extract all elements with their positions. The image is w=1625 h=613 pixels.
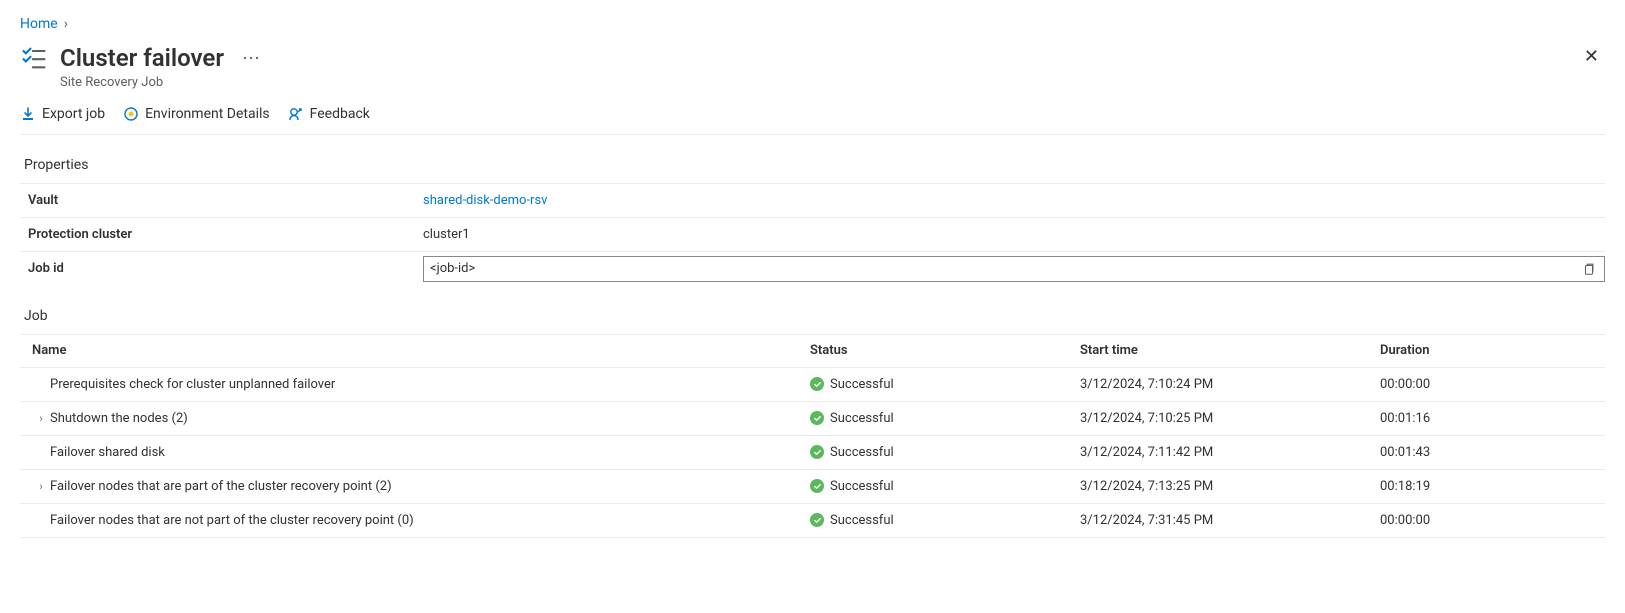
- chevron-right-icon[interactable]: ›: [36, 412, 46, 425]
- job-step-start: 3/12/2024, 7:11:42 PM: [1080, 445, 1380, 460]
- feedback-icon: [288, 106, 304, 122]
- property-label: Vault: [28, 193, 423, 208]
- job-step-start: 3/12/2024, 7:10:25 PM: [1080, 411, 1380, 426]
- job-step-status: Successful: [830, 411, 894, 426]
- jobid-input[interactable]: [430, 261, 1580, 276]
- export-job-label: Export job: [42, 106, 105, 122]
- job-step-start: 3/12/2024, 7:13:25 PM: [1080, 479, 1380, 494]
- export-job-button[interactable]: Export job: [20, 106, 105, 122]
- properties-section-label: Properties: [24, 157, 1605, 173]
- success-icon: [810, 513, 824, 527]
- job-section-label: Job: [24, 308, 1605, 324]
- property-value: cluster1: [423, 227, 1605, 242]
- breadcrumb-home-link[interactable]: Home: [20, 16, 58, 32]
- export-icon: [20, 106, 36, 122]
- feedback-button[interactable]: Feedback: [288, 106, 370, 122]
- property-label: Protection cluster: [28, 227, 423, 242]
- column-header-name[interactable]: Name: [20, 343, 810, 358]
- job-table: Name Status Start time Duration Prerequi…: [20, 334, 1605, 538]
- property-row-cluster: Protection cluster cluster1: [20, 217, 1605, 251]
- page-title: Cluster failover: [60, 44, 224, 73]
- jobid-input-wrapper: [423, 256, 1605, 282]
- job-step-duration: 00:01:43: [1380, 445, 1605, 460]
- job-step-duration: 00:00:00: [1380, 377, 1605, 392]
- job-step-duration: 00:18:19: [1380, 479, 1605, 494]
- more-actions-button[interactable]: ⋯: [236, 44, 266, 73]
- job-step-status: Successful: [830, 479, 894, 494]
- chevron-right-icon[interactable]: ›: [36, 480, 46, 493]
- column-header-duration[interactable]: Duration: [1380, 343, 1605, 358]
- job-step-name: Prerequisites check for cluster unplanne…: [50, 377, 335, 392]
- table-row[interactable]: › Shutdown the nodes (2) Successful 3/12…: [20, 402, 1605, 436]
- page-header: Cluster failover Site Recovery Job ⋯ ✕: [20, 44, 1605, 90]
- job-step-name: Failover shared disk: [50, 445, 165, 460]
- column-header-start[interactable]: Start time: [1080, 343, 1380, 358]
- table-row: Failover shared disk Successful 3/12/202…: [20, 436, 1605, 470]
- job-step-name: Shutdown the nodes (2): [50, 411, 188, 426]
- job-step-start: 3/12/2024, 7:31:45 PM: [1080, 513, 1380, 528]
- close-button[interactable]: ✕: [1578, 44, 1605, 70]
- toolbar: Export job Environment Details Feedback: [20, 98, 1605, 135]
- success-icon: [810, 479, 824, 493]
- chevron-right-icon: ›: [64, 16, 68, 32]
- page-subtitle: Site Recovery Job: [60, 75, 224, 90]
- property-row-vault: Vault shared-disk-demo-rsv: [20, 183, 1605, 217]
- job-step-duration: 00:01:16: [1380, 411, 1605, 426]
- job-step-status: Successful: [830, 445, 894, 460]
- copy-icon[interactable]: [1580, 258, 1598, 280]
- job-step-status: Successful: [830, 377, 894, 392]
- table-row: Prerequisites check for cluster unplanne…: [20, 368, 1605, 402]
- environment-icon: [123, 106, 139, 122]
- job-step-duration: 00:00:00: [1380, 513, 1605, 528]
- job-step-name: Failover nodes that are not part of the …: [50, 513, 414, 528]
- feedback-label: Feedback: [310, 106, 370, 122]
- property-row-jobid: Job id: [20, 251, 1605, 286]
- success-icon: [810, 411, 824, 425]
- environment-details-label: Environment Details: [145, 106, 270, 122]
- environment-details-button[interactable]: Environment Details: [123, 106, 270, 122]
- table-row: Failover nodes that are not part of the …: [20, 504, 1605, 538]
- vault-link[interactable]: shared-disk-demo-rsv: [423, 193, 1605, 208]
- job-step-name: Failover nodes that are part of the clus…: [50, 479, 392, 494]
- job-table-header: Name Status Start time Duration: [20, 334, 1605, 368]
- property-label: Job id: [28, 261, 423, 276]
- checklist-icon: [20, 44, 48, 76]
- breadcrumb: Home ›: [20, 16, 1605, 32]
- table-row[interactable]: › Failover nodes that are part of the cl…: [20, 470, 1605, 504]
- success-icon: [810, 377, 824, 391]
- job-step-start: 3/12/2024, 7:10:24 PM: [1080, 377, 1380, 392]
- job-step-status: Successful: [830, 513, 894, 528]
- success-icon: [810, 445, 824, 459]
- column-header-status[interactable]: Status: [810, 343, 1080, 358]
